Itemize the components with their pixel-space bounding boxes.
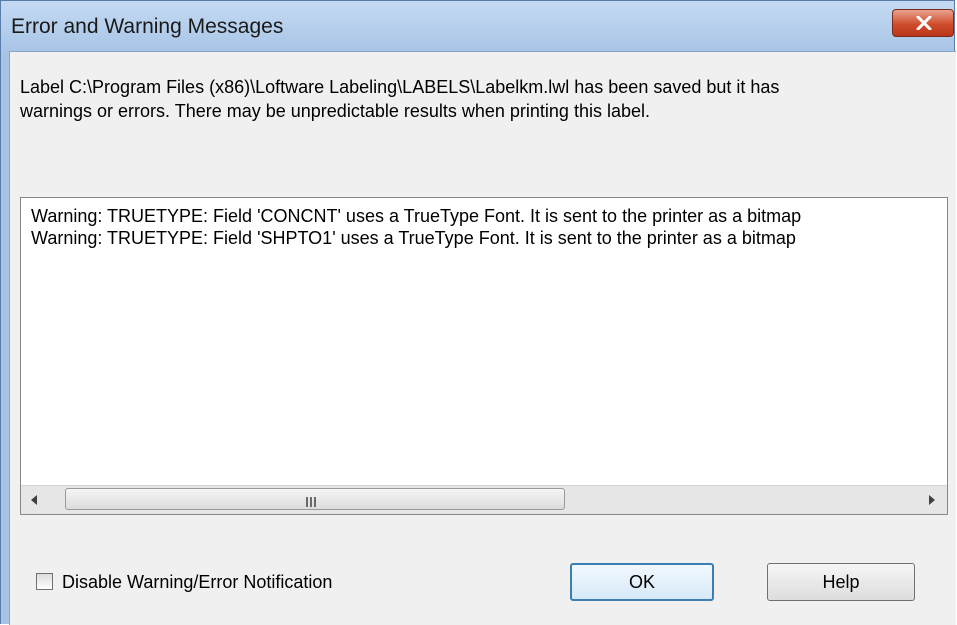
warning-item[interactable]: Warning: TRUETYPE: Field 'CONCNT' uses a… (31, 205, 947, 227)
arrow-right-icon (929, 495, 935, 505)
close-button[interactable] (892, 9, 954, 37)
message-line-2: warnings or errors. There may be unpredi… (20, 101, 650, 121)
scroll-right-button[interactable] (919, 486, 947, 514)
ok-button[interactable]: OK (570, 563, 714, 601)
scroll-left-button[interactable] (21, 486, 49, 514)
disable-notification-checkbox[interactable] (36, 573, 53, 590)
window-title: Error and Warning Messages (11, 15, 284, 38)
title-bar[interactable]: Error and Warning Messages (1, 1, 954, 51)
close-x-icon (916, 16, 932, 30)
help-button[interactable]: Help (767, 563, 915, 601)
horizontal-scrollbar[interactable] (21, 485, 947, 514)
warning-item[interactable]: Warning: TRUETYPE: Field 'SHPTO1' uses a… (31, 227, 947, 249)
warnings-list[interactable]: Warning: TRUETYPE: Field 'CONCNT' uses a… (20, 197, 948, 515)
grip-icon (306, 494, 322, 507)
warnings-list-content: Warning: TRUETYPE: Field 'CONCNT' uses a… (31, 205, 947, 249)
scrollbar-thumb[interactable] (65, 488, 565, 510)
message-line-1: Label C:\Program Files (x86)\Loftware La… (20, 77, 780, 97)
disable-notification-label[interactable]: Disable Warning/Error Notification (62, 571, 332, 593)
arrow-left-icon (31, 495, 37, 505)
error-message: Label C:\Program Files (x86)\Loftware La… (20, 75, 950, 123)
